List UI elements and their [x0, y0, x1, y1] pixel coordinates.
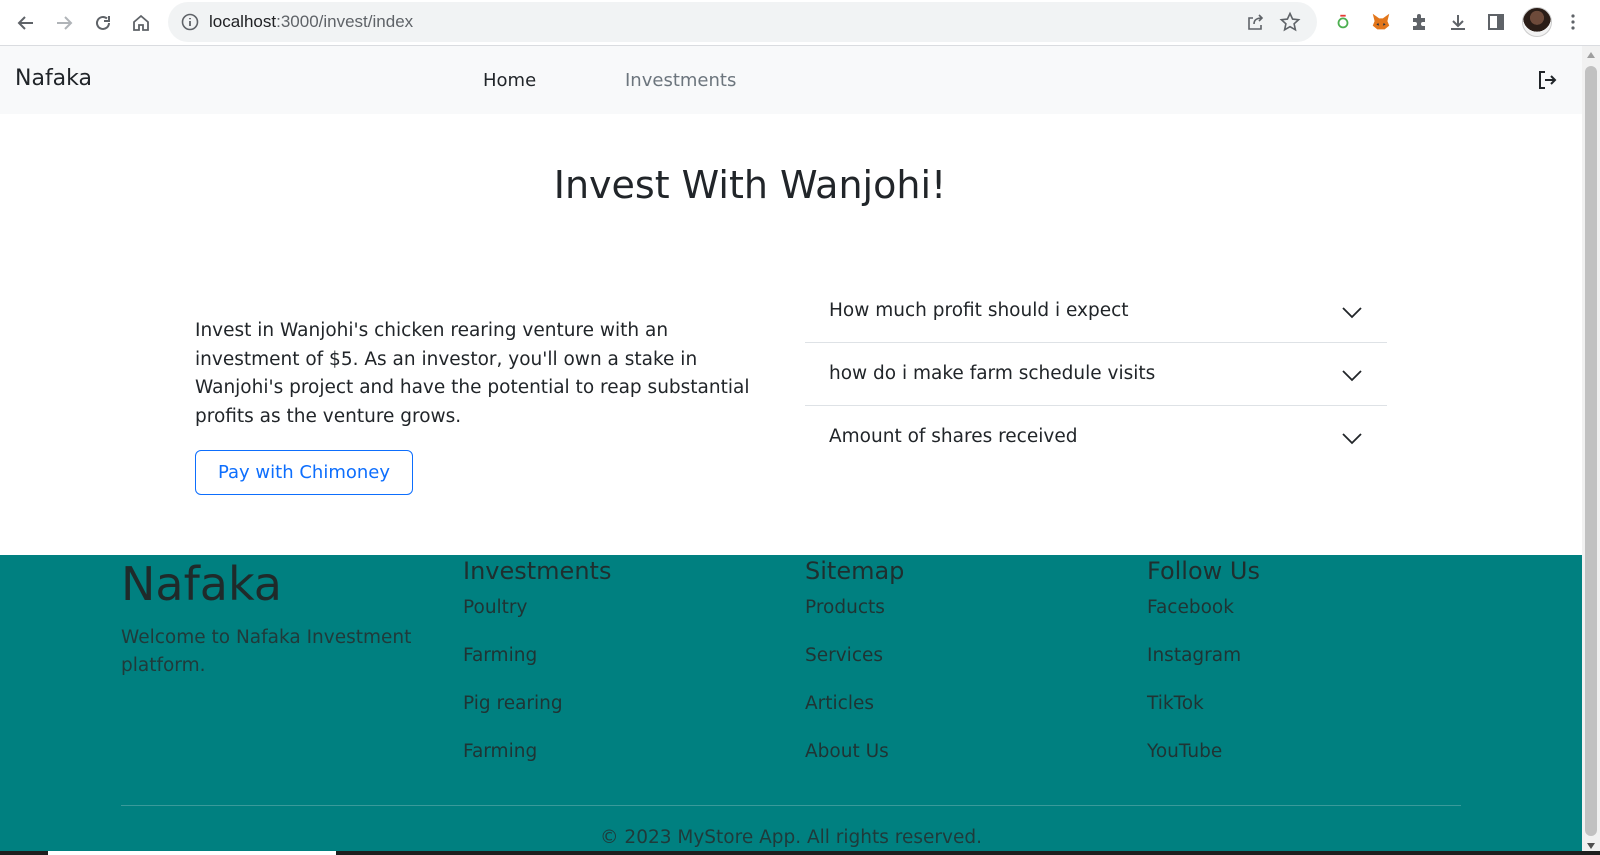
- back-button[interactable]: [12, 9, 40, 37]
- logout-icon[interactable]: [1536, 69, 1558, 91]
- address-bar[interactable]: localhost:3000/invest/index: [168, 2, 1317, 42]
- extensions-button[interactable]: [1406, 9, 1432, 35]
- faq-item-shares[interactable]: Amount of shares received: [805, 406, 1387, 469]
- pay-with-chimoney-button[interactable]: Pay with Chimoney: [195, 450, 413, 495]
- url-path: :3000/invest/index: [276, 12, 414, 31]
- kebab-menu-icon: [1571, 14, 1575, 30]
- faq-item-profit[interactable]: How much profit should i expect: [805, 280, 1387, 343]
- puzzle-icon: [1413, 14, 1425, 30]
- footer-link-farming-2[interactable]: Farming: [463, 741, 537, 762]
- faq-question: how do i make farm schedule visits: [829, 363, 1156, 384]
- scroll-up-arrow-icon[interactable]: [1587, 52, 1595, 58]
- faq-question: How much profit should i expect: [829, 300, 1129, 321]
- navbar-brand[interactable]: Nafaka: [15, 66, 92, 91]
- footer-link-poultry[interactable]: Poultry: [463, 597, 528, 618]
- footer-brand: Nafaka: [121, 557, 282, 611]
- footer-link-facebook[interactable]: Facebook: [1147, 597, 1234, 618]
- footer-link-tiktok[interactable]: TikTok: [1147, 693, 1204, 714]
- metamask-extension[interactable]: [1368, 9, 1394, 35]
- taskbar-active-segment: [48, 851, 336, 855]
- nav-link-home[interactable]: Home: [483, 70, 536, 91]
- fox-icon: [1372, 13, 1390, 30]
- browser-toolbar: localhost:3000/invest/index: [0, 0, 1600, 46]
- scroll-down-arrow-icon[interactable]: [1587, 843, 1595, 849]
- url-host: localhost: [209, 12, 277, 31]
- forward-arrow-icon: [57, 16, 73, 30]
- page-scrollbar[interactable]: [1582, 46, 1600, 855]
- investment-description: Invest in Wanjohi's chicken rearing vent…: [195, 320, 750, 427]
- site-footer: Nafaka Welcome to Nafaka Investment plat…: [0, 555, 1582, 855]
- home-button[interactable]: [127, 9, 155, 37]
- footer-link-products[interactable]: Products: [805, 597, 885, 618]
- footer-link-services[interactable]: Services: [805, 645, 883, 666]
- profile-avatar[interactable]: [1522, 7, 1552, 37]
- nav-link-investments[interactable]: Investments: [625, 70, 736, 91]
- footer-heading: Investments: [463, 557, 612, 585]
- side-panel-button[interactable]: [1483, 9, 1509, 35]
- scrollbar-thumb[interactable]: [1585, 66, 1597, 836]
- extension-icon-green[interactable]: [1330, 9, 1356, 35]
- os-taskbar-edge: [0, 851, 1600, 855]
- forward-button[interactable]: [50, 9, 78, 37]
- footer-copyright: © 2023 MyStore App. All rights reserved.: [600, 827, 982, 848]
- share-icon[interactable]: [1245, 12, 1265, 32]
- faq-question: Amount of shares received: [829, 426, 1078, 447]
- page-title: Invest With Wanjohi!: [553, 163, 947, 207]
- url-text: localhost:3000/invest/index: [209, 12, 413, 32]
- footer-column-follow-us: Follow Us Facebook Instagram TikTok YouT…: [1147, 555, 1260, 762]
- reload-button[interactable]: [89, 9, 117, 37]
- extension-badge-icon: [1337, 14, 1349, 29]
- home-icon: [133, 14, 149, 31]
- footer-link-about-us[interactable]: About Us: [805, 741, 889, 762]
- site-info-icon[interactable]: [180, 12, 200, 32]
- faq-item-farm-visits[interactable]: how do i make farm schedule visits: [805, 343, 1387, 406]
- faq-accordion: How much profit should i expect how do i…: [805, 280, 1387, 469]
- footer-link-farming[interactable]: Farming: [463, 645, 537, 666]
- chevron-down-icon: [1342, 433, 1362, 445]
- footer-link-youtube[interactable]: YouTube: [1147, 741, 1222, 762]
- bookmark-star-icon[interactable]: [1279, 11, 1301, 33]
- reload-icon: [96, 15, 110, 30]
- footer-heading: Sitemap: [805, 557, 905, 585]
- side-panel-icon: [1488, 14, 1504, 30]
- footer-heading: Follow Us: [1147, 557, 1260, 585]
- chevron-down-icon: [1342, 370, 1362, 382]
- chevron-down-icon: [1342, 307, 1362, 319]
- back-arrow-icon: [17, 16, 33, 30]
- footer-link-instagram[interactable]: Instagram: [1147, 645, 1241, 666]
- download-icon: [1451, 15, 1465, 30]
- footer-link-articles[interactable]: Articles: [805, 693, 874, 714]
- footer-tagline: Welcome to Nafaka Investment platform.: [121, 627, 412, 676]
- downloads-button[interactable]: [1445, 9, 1471, 35]
- footer-column-investments: Investments Poultry Farming Pig rearing …: [463, 555, 612, 762]
- footer-divider: [121, 805, 1461, 806]
- footer-column-sitemap: Sitemap Products Services Articles About…: [805, 555, 905, 762]
- site-navbar: Nafaka Home Investments: [0, 46, 1582, 114]
- footer-link-pig-rearing[interactable]: Pig rearing: [463, 693, 563, 714]
- browser-menu-button[interactable]: [1560, 9, 1586, 35]
